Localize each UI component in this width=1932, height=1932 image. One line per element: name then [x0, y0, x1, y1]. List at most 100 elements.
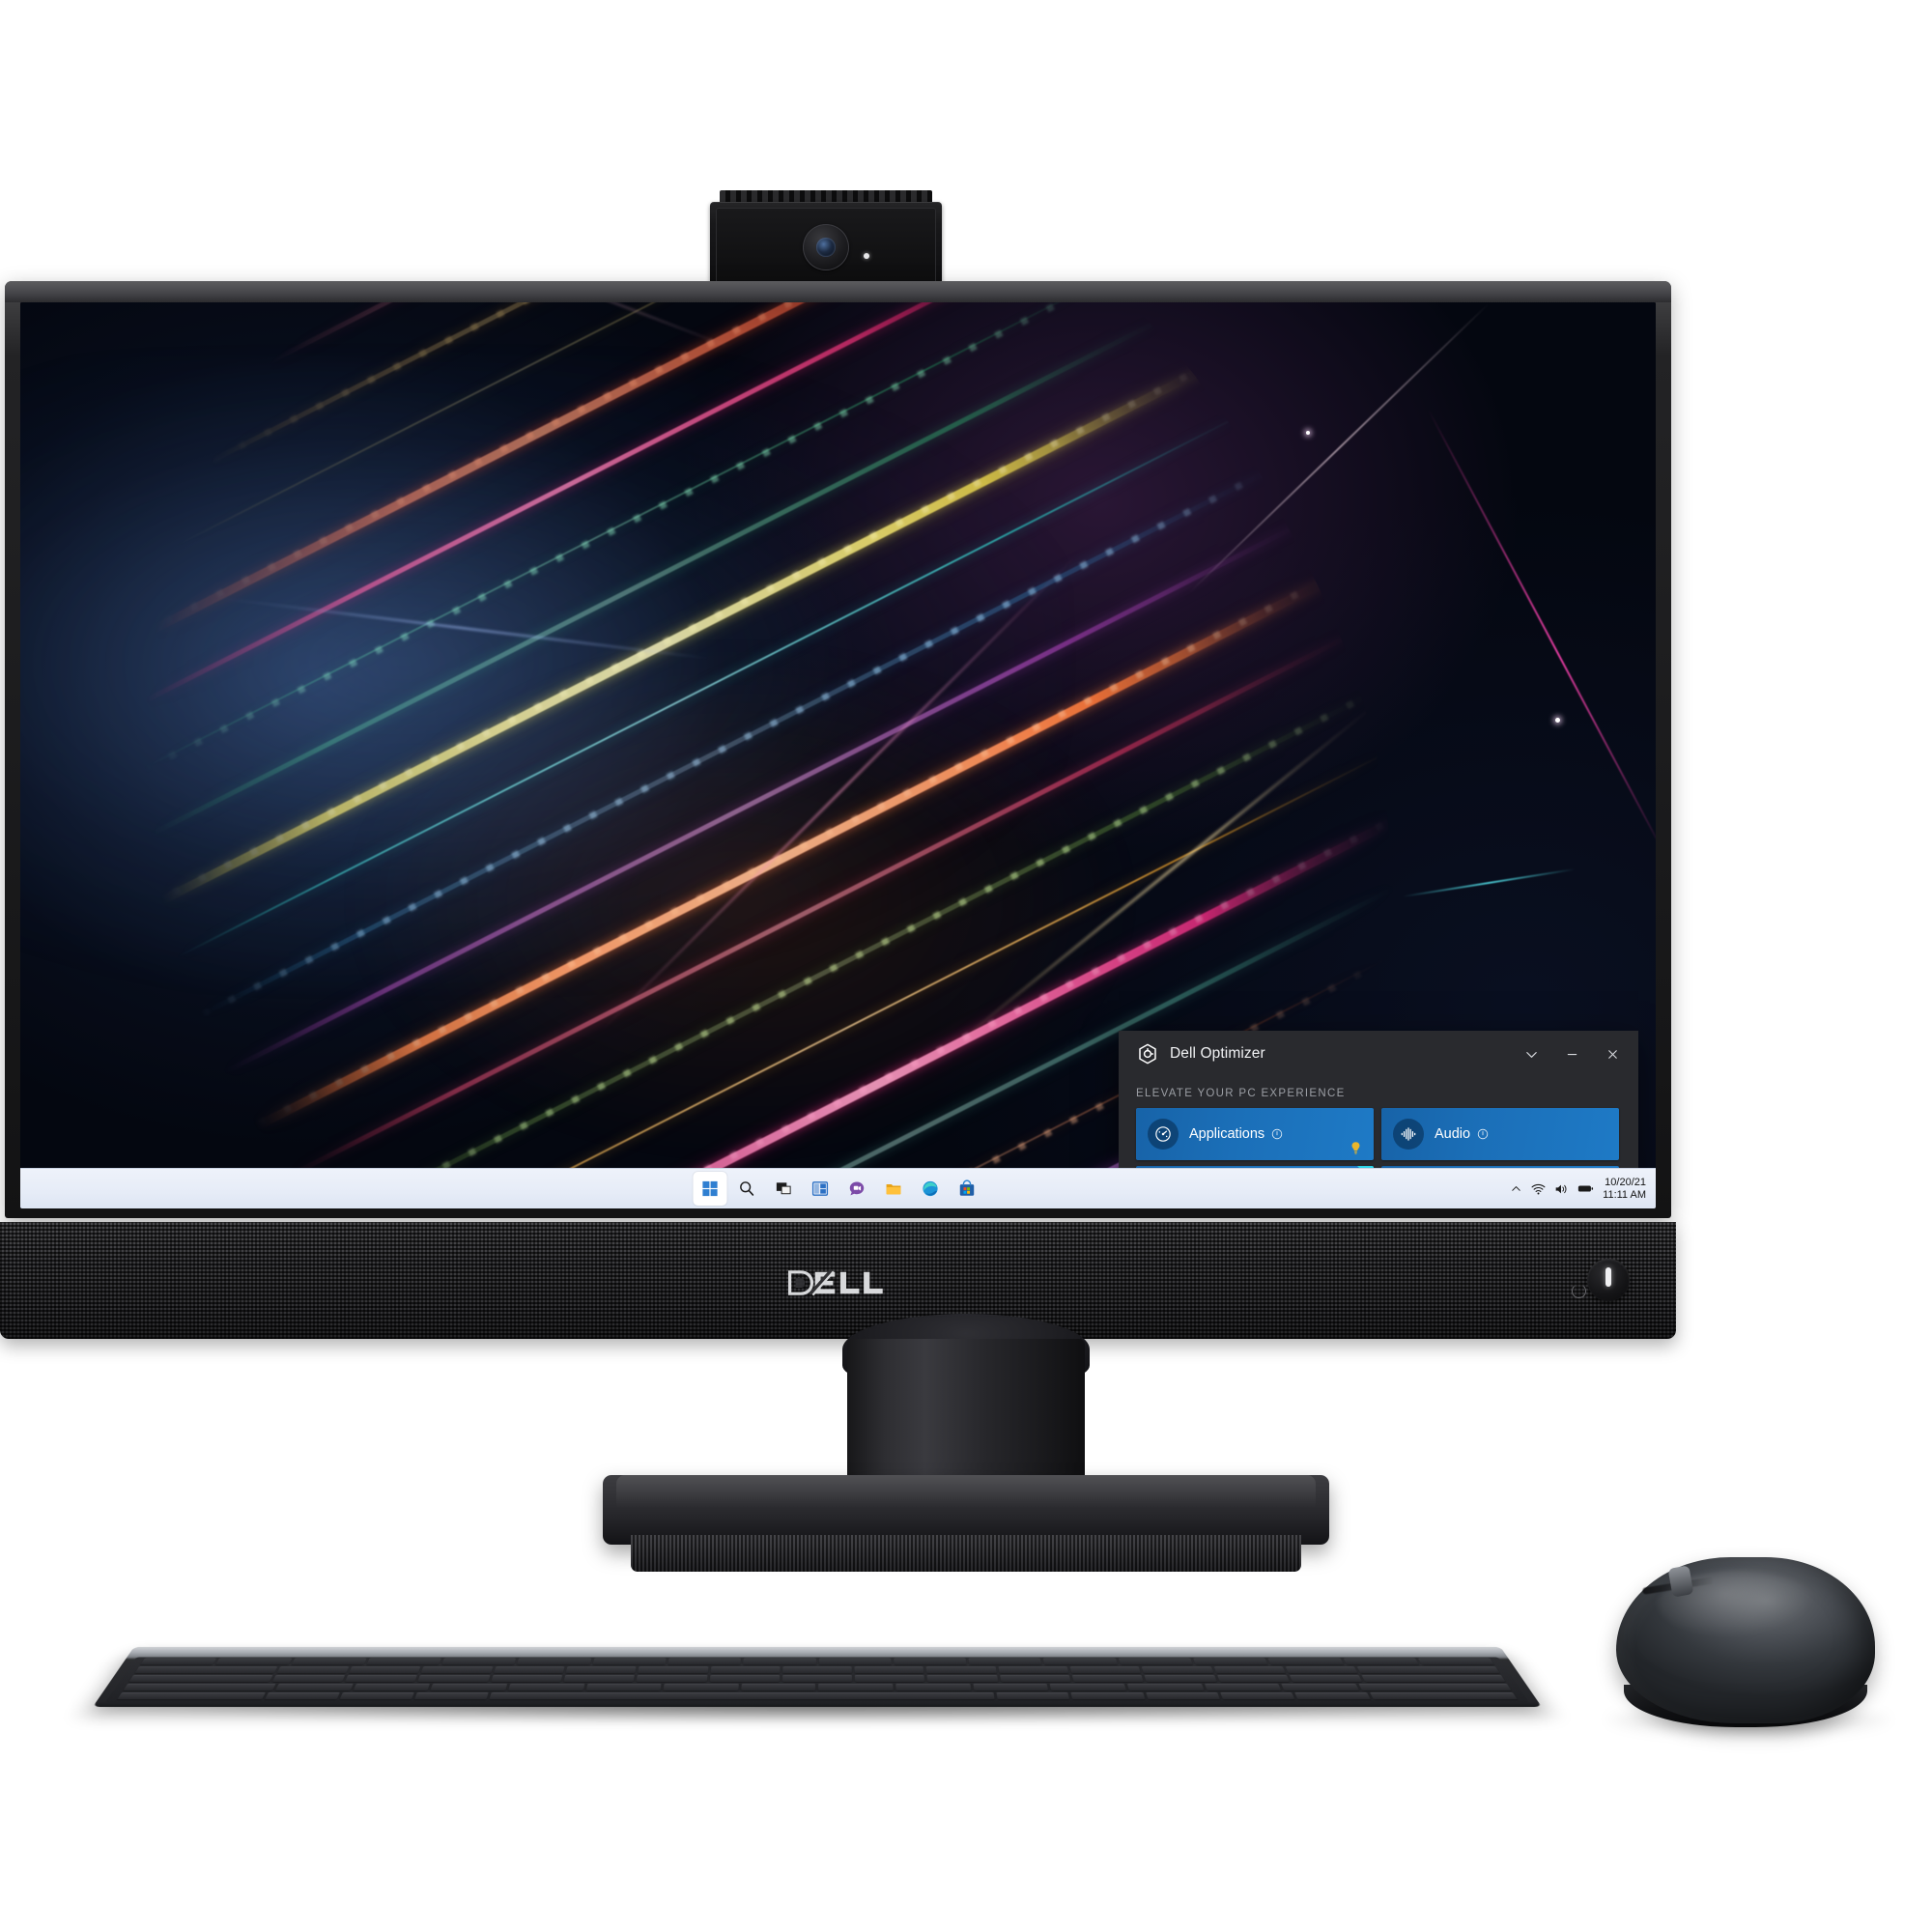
keyboard-key[interactable] [215, 1658, 292, 1665]
keyboard-key[interactable] [348, 1666, 421, 1674]
keyboard-key[interactable] [854, 1674, 925, 1683]
keyboard-key[interactable] [508, 1683, 585, 1691]
keyboard-key[interactable] [1144, 1674, 1217, 1683]
keyboard-key[interactable] [140, 1658, 217, 1665]
tile-audio[interactable]: Audio [1381, 1108, 1619, 1160]
chat-button[interactable] [839, 1172, 873, 1206]
keyboard-key[interactable] [781, 1674, 853, 1683]
info-icon[interactable] [1477, 1128, 1489, 1140]
keyboard-key[interactable] [565, 1666, 637, 1674]
keyboard-key[interactable] [413, 1691, 490, 1700]
edge-button[interactable] [913, 1172, 947, 1206]
keyboard-key[interactable] [1145, 1691, 1221, 1700]
keyboard-key[interactable] [638, 1666, 709, 1674]
keyboard-key[interactable] [968, 1658, 1042, 1665]
keyboard-key[interactable] [636, 1674, 708, 1683]
keyboard-key[interactable] [134, 1666, 277, 1674]
keyboard-key[interactable] [818, 1658, 892, 1665]
keyboard-key[interactable] [276, 1666, 350, 1674]
power-button[interactable] [1572, 1259, 1630, 1301]
keyboard-key[interactable] [1369, 1691, 1518, 1700]
keyboard-key[interactable] [1043, 1658, 1118, 1665]
keyboard-key[interactable] [366, 1658, 442, 1665]
keyboard-key[interactable] [668, 1658, 742, 1665]
keyboard-key[interactable] [353, 1683, 431, 1691]
microsoft-store-button[interactable] [950, 1172, 983, 1206]
keyboard-key[interactable] [996, 1691, 1070, 1700]
keyboard-key[interactable] [1071, 1674, 1145, 1683]
keyboard-key[interactable] [709, 1674, 781, 1683]
task-view-button[interactable] [766, 1172, 800, 1206]
keyboard-key[interactable] [117, 1691, 266, 1700]
file-explorer-button[interactable] [876, 1172, 910, 1206]
keyboard-key[interactable] [493, 1666, 565, 1674]
clock[interactable]: 10/20/21 11:11 AM [1603, 1177, 1646, 1202]
window-title-bar[interactable]: Dell Optimizer [1119, 1031, 1638, 1077]
keyboard-key[interactable] [1069, 1666, 1142, 1674]
keyboard-key[interactable] [1204, 1683, 1282, 1691]
keyboard-key[interactable] [1193, 1658, 1268, 1665]
keyboard-key[interactable] [895, 1683, 972, 1691]
keyboard-key[interactable] [1267, 1658, 1344, 1665]
keyboard-key[interactable] [1141, 1666, 1214, 1674]
keyboard-key[interactable] [1289, 1674, 1363, 1683]
keyboard-key[interactable] [1294, 1691, 1371, 1700]
volume-button[interactable] [1554, 1182, 1569, 1196]
keyboard-key[interactable] [926, 1674, 999, 1683]
windows-taskbar[interactable]: 10/20/21 11:11 AM [20, 1168, 1656, 1208]
keyboard-key[interactable] [1281, 1683, 1359, 1691]
keyboard-key[interactable] [999, 1674, 1071, 1683]
keyboard-key[interactable] [1285, 1666, 1358, 1674]
keyboard-key[interactable] [1220, 1691, 1295, 1700]
keyboard-key[interactable] [854, 1666, 924, 1674]
keyboard-key[interactable] [563, 1674, 636, 1683]
keyboard-key[interactable] [128, 1674, 273, 1683]
keyboard-key[interactable] [417, 1674, 491, 1683]
keyboard-key[interactable] [489, 1691, 995, 1700]
keyboard-key[interactable] [517, 1658, 592, 1665]
keyboard-key[interactable] [893, 1658, 967, 1665]
close-button[interactable] [1592, 1037, 1633, 1071]
keyboard-key[interactable] [925, 1666, 997, 1674]
minimize-button[interactable] [1551, 1037, 1592, 1071]
keyboard-key[interactable] [710, 1666, 781, 1674]
keyboard-key[interactable] [973, 1683, 1049, 1691]
keyboard-key[interactable] [743, 1658, 816, 1665]
mouse[interactable] [1616, 1557, 1875, 1727]
widgets-button[interactable] [803, 1172, 837, 1206]
keyboard[interactable] [93, 1646, 1542, 1707]
keyboard-key[interactable] [274, 1683, 354, 1691]
keyboard-key[interactable] [1343, 1658, 1419, 1665]
keyboard-key[interactable] [1216, 1674, 1291, 1683]
search-button[interactable] [729, 1172, 763, 1206]
keyboard-key[interactable] [420, 1666, 493, 1674]
keyboard-key[interactable] [1358, 1683, 1512, 1691]
keyboard-key[interactable] [1070, 1691, 1146, 1700]
start-button[interactable] [693, 1172, 726, 1206]
keyboard-key[interactable] [818, 1683, 894, 1691]
keyboard-key[interactable] [998, 1666, 1069, 1674]
keyboard-key[interactable] [1361, 1674, 1506, 1683]
keyboard-key[interactable] [339, 1691, 414, 1700]
keyboard-key[interactable] [585, 1683, 662, 1691]
keyboard-key[interactable] [781, 1666, 852, 1674]
keyboard-key[interactable] [1357, 1666, 1500, 1674]
keyboard-key[interactable] [1126, 1683, 1205, 1691]
keyboard-key[interactable] [490, 1674, 563, 1683]
keyboard-key[interactable] [264, 1691, 340, 1700]
network-button[interactable] [1531, 1182, 1546, 1196]
tile-applications[interactable]: Applications [1136, 1108, 1374, 1160]
keyboard-key[interactable] [1118, 1658, 1193, 1665]
battery-button[interactable] [1577, 1183, 1594, 1194]
keyboard-key[interactable] [123, 1683, 276, 1691]
keyboard-key[interactable] [741, 1683, 816, 1691]
keyboard-key[interactable] [1049, 1683, 1126, 1691]
info-icon[interactable] [1271, 1128, 1283, 1140]
keyboard-key[interactable] [430, 1683, 508, 1691]
keyboard-key[interactable] [663, 1683, 739, 1691]
collapse-button[interactable] [1511, 1037, 1551, 1071]
keyboard-key[interactable] [441, 1658, 517, 1665]
keyboard-key[interactable] [1213, 1666, 1287, 1674]
keyboard-key[interactable] [344, 1674, 418, 1683]
keyboard-key[interactable] [291, 1658, 367, 1665]
